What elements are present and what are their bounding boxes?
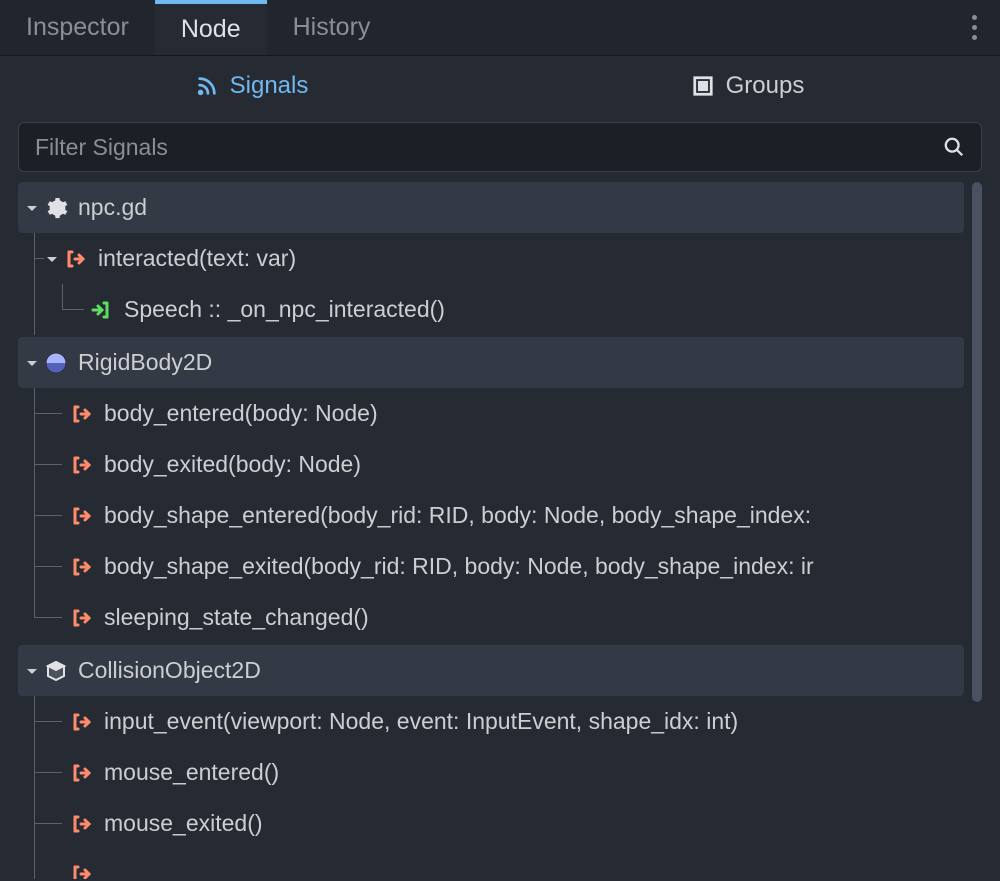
signal-icon <box>70 862 94 879</box>
tree-connection-item[interactable]: Speech :: _on_npc_interacted() <box>18 284 964 335</box>
chevron-down-icon <box>44 251 60 267</box>
signal-icon <box>70 453 94 477</box>
signal-label: body_exited(body: Node) <box>104 451 361 478</box>
signal-label: body_shape_exited(body_rid: RID, body: N… <box>104 553 814 580</box>
signal-label: input_event(viewport: Node, event: Input… <box>104 708 738 735</box>
tree-signal-item[interactable]: sleeping_state_changed() <box>18 592 964 643</box>
top-tabs: Inspector Node History <box>0 0 1000 56</box>
signal-label: mouse_exited() <box>104 810 263 837</box>
tree-section-collisionobject2d[interactable]: CollisionObject2D <box>18 645 964 696</box>
signal-label: interacted(text: var) <box>98 245 296 272</box>
subtab-signals-label: Signals <box>230 72 309 100</box>
sub-tabs: Signals Groups <box>0 56 1000 116</box>
signal-icon <box>70 606 94 630</box>
signal-label: sleeping_state_changed() <box>104 604 369 631</box>
tree-signal-item[interactable]: mouse_entered() <box>18 747 964 798</box>
tree-signal-item[interactable]: input_event(viewport: Node, event: Input… <box>18 696 964 747</box>
gear-icon <box>44 196 68 220</box>
chevron-down-icon <box>24 663 40 679</box>
rigidbody2d-icon <box>44 351 68 375</box>
search-icon[interactable] <box>943 136 965 158</box>
signal-label: body_entered(body: Node) <box>104 400 378 427</box>
tree-section-script[interactable]: npc.gd <box>18 182 964 233</box>
signal-label: mouse_entered() <box>104 759 279 786</box>
signal-icon <box>70 812 94 836</box>
tree-signal-item[interactable]: body_shape_entered(body_rid: RID, body: … <box>18 490 964 541</box>
scrollbar-thumb[interactable] <box>972 182 982 702</box>
collisionobject2d-icon <box>44 659 68 683</box>
tab-node[interactable]: Node <box>155 0 267 55</box>
signals-tree: npc.gd interacted(text: var) <box>18 182 964 879</box>
chevron-down-icon <box>24 355 40 371</box>
tree-signal-item[interactable]: interacted(text: var) <box>18 233 964 284</box>
connection-label: Speech :: _on_npc_interacted() <box>124 296 445 323</box>
signal-icon <box>70 504 94 528</box>
tree-section-rigidbody2d[interactable]: RigidBody2D <box>18 337 964 388</box>
tab-inspector[interactable]: Inspector <box>0 0 155 55</box>
signal-icon <box>70 402 94 426</box>
tree-signal-item[interactable]: body_entered(body: Node) <box>18 388 964 439</box>
group-icon <box>692 75 714 97</box>
chevron-down-icon <box>24 200 40 216</box>
section-label: RigidBody2D <box>78 349 212 376</box>
subtab-signals[interactable]: Signals <box>4 72 500 100</box>
signal-label: body_shape_entered(body_rid: RID, body: … <box>104 502 811 529</box>
signal-icon <box>70 555 94 579</box>
tab-history[interactable]: History <box>267 0 397 55</box>
signal-icon <box>70 761 94 785</box>
signal-icon <box>64 247 88 271</box>
tree-signal-item[interactable]: body_exited(body: Node) <box>18 439 964 490</box>
rss-icon <box>196 75 218 97</box>
section-label: npc.gd <box>78 194 147 221</box>
tree-signal-item[interactable] <box>18 849 964 879</box>
filter-bar <box>18 122 982 172</box>
section-label: CollisionObject2D <box>78 657 261 684</box>
signal-icon <box>70 710 94 734</box>
tree-signal-item[interactable]: body_shape_exited(body_rid: RID, body: N… <box>18 541 964 592</box>
tree-signal-item[interactable]: mouse_exited() <box>18 798 964 849</box>
connection-icon <box>90 298 114 322</box>
kebab-menu-icon[interactable] <box>962 10 986 46</box>
scrollbar[interactable] <box>972 182 982 879</box>
subtab-groups[interactable]: Groups <box>500 72 996 100</box>
filter-signals-input[interactable] <box>35 134 943 161</box>
subtab-groups-label: Groups <box>726 72 805 100</box>
